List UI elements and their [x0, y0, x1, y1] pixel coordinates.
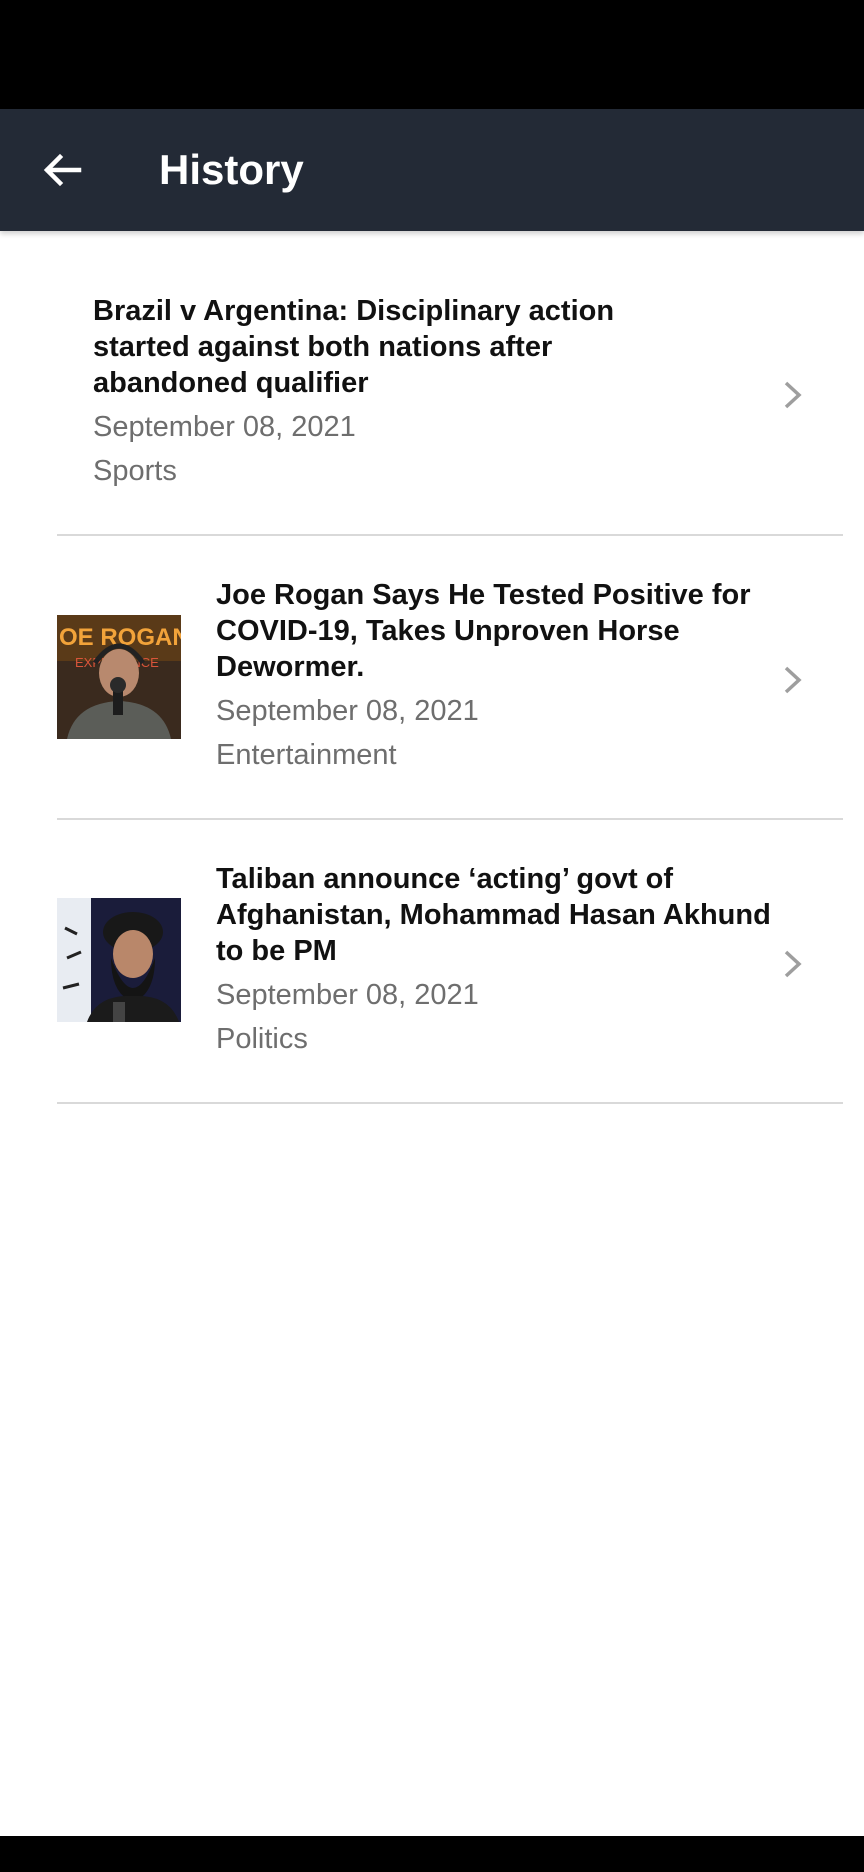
back-button[interactable] [28, 136, 96, 204]
item-date: September 08, 2021 [216, 695, 479, 727]
history-list: Brazil v Argentina: Disciplinary action … [0, 231, 864, 1104]
page-title: History [159, 146, 304, 193]
item-headline: Taliban announce ‘acting’ govt of Afghan… [216, 863, 771, 967]
chevron-right-icon [784, 666, 802, 694]
navigation-bar [0, 1836, 864, 1872]
history-item-text: Joe Rogan Says He Tested Positive for CO… [216, 577, 776, 773]
app-bar: History [0, 109, 864, 231]
item-headline: Brazil v Argentina: Disciplinary action … [93, 295, 615, 399]
spokesperson-image [57, 898, 181, 1022]
chevron-right-icon [784, 381, 802, 409]
item-date: September 08, 2021 [93, 411, 356, 443]
chevron-right-icon [784, 950, 802, 978]
history-item-1[interactable]: Brazil v Argentina: Disciplinary action … [57, 231, 843, 536]
item-category: Entertainment [216, 739, 397, 771]
status-bar [0, 0, 864, 109]
item-headline: Joe Rogan Says He Tested Positive for CO… [216, 579, 751, 683]
item-category: Sports [93, 455, 177, 487]
item-thumbnail: OE ROGAN EXPERIENCE [57, 615, 181, 739]
item-thumbnail [57, 898, 181, 1022]
history-item-text: Taliban announce ‘acting’ govt of Afghan… [216, 861, 776, 1057]
history-item-2[interactable]: OE ROGAN EXPERIENCE Joe Rogan Says He Te… [57, 536, 843, 820]
podcast-host-image: OE ROGAN EXPERIENCE [57, 615, 181, 739]
item-category: Politics [216, 1023, 308, 1055]
history-item-text: Brazil v Argentina: Disciplinary action … [93, 293, 653, 489]
arrow-left-icon [43, 153, 82, 187]
item-date: September 08, 2021 [216, 979, 479, 1011]
history-item-3[interactable]: Taliban announce ‘acting’ govt of Afghan… [57, 820, 843, 1104]
